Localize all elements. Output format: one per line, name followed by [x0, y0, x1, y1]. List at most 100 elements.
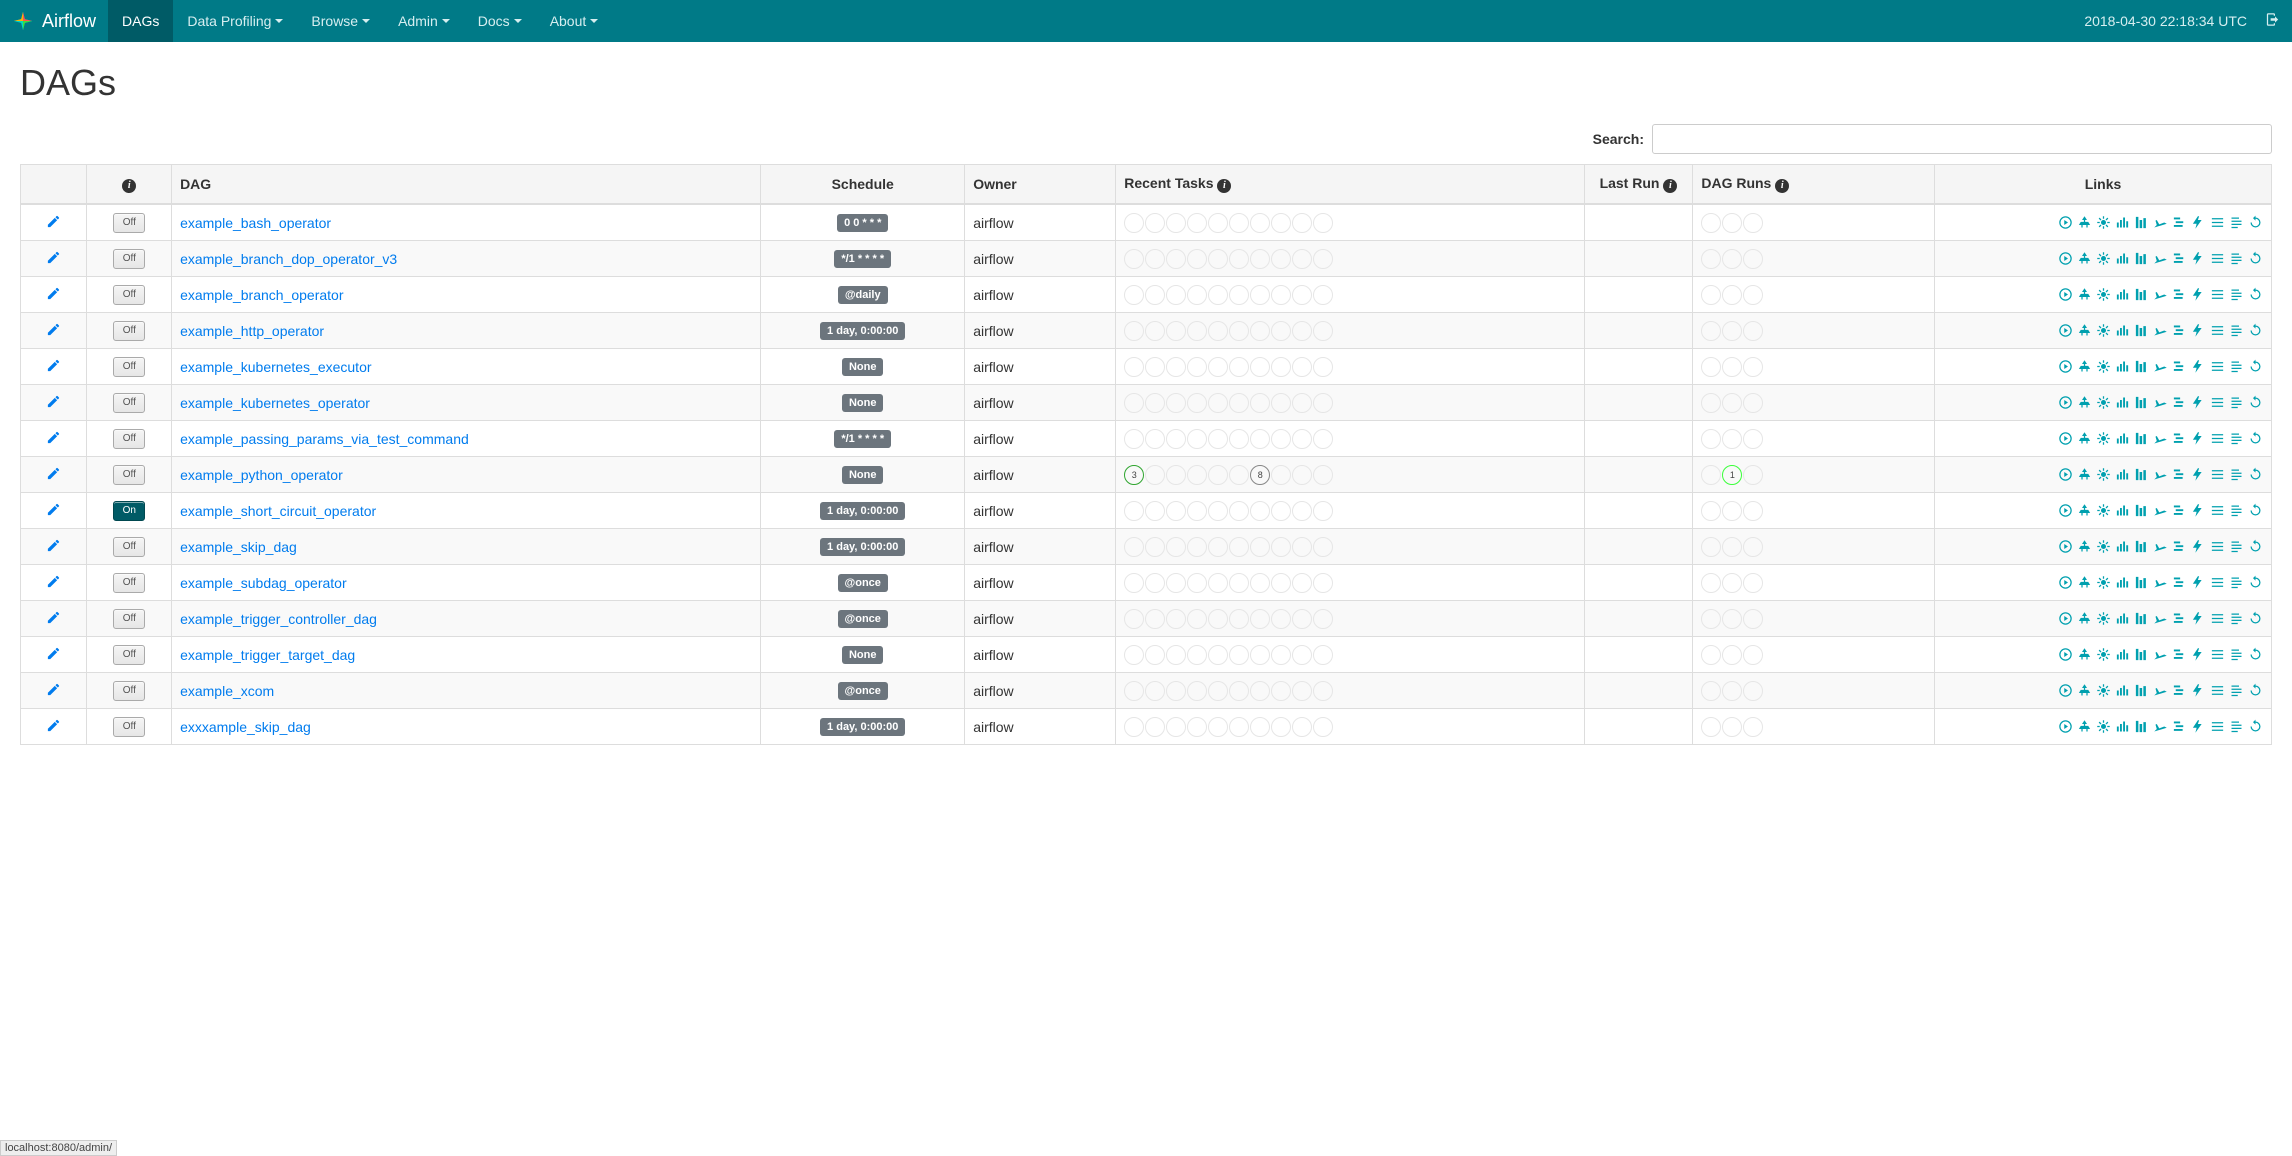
link-tree-icon[interactable]	[2076, 323, 2092, 338]
link-gantt-icon[interactable]	[2171, 215, 2187, 230]
link-refresh-icon[interactable]	[2247, 611, 2263, 626]
status-circle[interactable]: 1	[1722, 465, 1742, 485]
link-tree-icon[interactable]	[2076, 539, 2092, 554]
schedule-badge[interactable]: None	[842, 358, 884, 376]
link-tries-icon[interactable]	[2190, 539, 2206, 554]
link-tasks-icon[interactable]	[2114, 431, 2130, 446]
link-gantt-icon[interactable]	[2171, 467, 2187, 482]
schedule-badge[interactable]: */1 * * * *	[834, 430, 891, 448]
link-tasks-icon[interactable]	[2114, 395, 2130, 410]
schedule-badge[interactable]: 1 day, 0:00:00	[820, 538, 905, 556]
link-trigger-icon[interactable]	[2057, 431, 2073, 446]
link-trigger-icon[interactable]	[2057, 287, 2073, 302]
link-graph-icon[interactable]	[2095, 719, 2111, 734]
link-trigger-icon[interactable]	[2057, 395, 2073, 410]
link-duration-icon[interactable]	[2133, 287, 2149, 302]
link-tries-icon[interactable]	[2190, 323, 2206, 338]
link-landing-icon[interactable]	[2152, 467, 2168, 482]
dag-link[interactable]: example_http_operator	[180, 323, 324, 339]
link-gantt-icon[interactable]	[2171, 575, 2187, 590]
dag-link[interactable]: example_branch_dop_operator_v3	[180, 251, 397, 267]
nav-browse[interactable]: Browse	[297, 0, 384, 42]
link-refresh-icon[interactable]	[2247, 719, 2263, 734]
link-zoom-icon[interactable]	[2209, 575, 2225, 590]
link-logs-icon[interactable]	[2228, 287, 2244, 302]
link-tree-icon[interactable]	[2076, 251, 2092, 266]
link-trigger-icon[interactable]	[2057, 251, 2073, 266]
link-logs-icon[interactable]	[2228, 611, 2244, 626]
link-zoom-icon[interactable]	[2209, 719, 2225, 734]
link-tree-icon[interactable]	[2076, 683, 2092, 698]
link-trigger-icon[interactable]	[2057, 467, 2073, 482]
link-refresh-icon[interactable]	[2247, 503, 2263, 518]
link-tree-icon[interactable]	[2076, 431, 2092, 446]
link-refresh-icon[interactable]	[2247, 323, 2263, 338]
link-landing-icon[interactable]	[2152, 287, 2168, 302]
col-dag[interactable]: DAG	[172, 165, 761, 205]
link-landing-icon[interactable]	[2152, 683, 2168, 698]
nav-data-profiling[interactable]: Data Profiling	[173, 0, 297, 42]
link-tries-icon[interactable]	[2190, 395, 2206, 410]
dag-link[interactable]: example_trigger_target_dag	[180, 647, 355, 663]
schedule-badge[interactable]: 1 day, 0:00:00	[820, 322, 905, 340]
link-refresh-icon[interactable]	[2247, 647, 2263, 662]
link-logs-icon[interactable]	[2228, 467, 2244, 482]
edit-icon[interactable]	[46, 466, 61, 484]
pause-toggle[interactable]: Off	[113, 357, 145, 377]
link-graph-icon[interactable]	[2095, 287, 2111, 302]
link-landing-icon[interactable]	[2152, 215, 2168, 230]
edit-icon[interactable]	[46, 502, 61, 520]
nav-docs[interactable]: Docs	[464, 0, 536, 42]
link-tree-icon[interactable]	[2076, 503, 2092, 518]
link-zoom-icon[interactable]	[2209, 611, 2225, 626]
link-tree-icon[interactable]	[2076, 395, 2092, 410]
logout-icon[interactable]	[2265, 12, 2280, 30]
link-zoom-icon[interactable]	[2209, 431, 2225, 446]
link-trigger-icon[interactable]	[2057, 359, 2073, 374]
link-tries-icon[interactable]	[2190, 575, 2206, 590]
link-gantt-icon[interactable]	[2171, 539, 2187, 554]
link-logs-icon[interactable]	[2228, 683, 2244, 698]
link-gantt-icon[interactable]	[2171, 323, 2187, 338]
link-gantt-icon[interactable]	[2171, 503, 2187, 518]
link-tries-icon[interactable]	[2190, 503, 2206, 518]
link-landing-icon[interactable]	[2152, 431, 2168, 446]
link-graph-icon[interactable]	[2095, 215, 2111, 230]
link-graph-icon[interactable]	[2095, 611, 2111, 626]
schedule-badge[interactable]: None	[842, 394, 884, 412]
pause-toggle[interactable]: Off	[113, 609, 145, 629]
dag-link[interactable]: example_short_circuit_operator	[180, 503, 376, 519]
edit-icon[interactable]	[46, 394, 61, 412]
link-refresh-icon[interactable]	[2247, 683, 2263, 698]
link-tasks-icon[interactable]	[2114, 719, 2130, 734]
pause-toggle[interactable]: Off	[113, 321, 145, 341]
nav-dags[interactable]: DAGs	[108, 0, 173, 42]
pause-toggle[interactable]: Off	[113, 573, 145, 593]
link-landing-icon[interactable]	[2152, 503, 2168, 518]
pause-toggle[interactable]: Off	[113, 393, 145, 413]
link-graph-icon[interactable]	[2095, 431, 2111, 446]
link-logs-icon[interactable]	[2228, 251, 2244, 266]
link-graph-icon[interactable]	[2095, 359, 2111, 374]
link-zoom-icon[interactable]	[2209, 503, 2225, 518]
search-input[interactable]	[1652, 124, 2272, 154]
link-graph-icon[interactable]	[2095, 323, 2111, 338]
link-gantt-icon[interactable]	[2171, 431, 2187, 446]
link-zoom-icon[interactable]	[2209, 467, 2225, 482]
link-refresh-icon[interactable]	[2247, 539, 2263, 554]
dag-link[interactable]: example_kubernetes_operator	[180, 395, 370, 411]
link-gantt-icon[interactable]	[2171, 719, 2187, 734]
link-logs-icon[interactable]	[2228, 359, 2244, 374]
link-duration-icon[interactable]	[2133, 575, 2149, 590]
link-logs-icon[interactable]	[2228, 647, 2244, 662]
link-logs-icon[interactable]	[2228, 503, 2244, 518]
link-graph-icon[interactable]	[2095, 539, 2111, 554]
dag-link[interactable]: example_skip_dag	[180, 539, 297, 555]
link-logs-icon[interactable]	[2228, 539, 2244, 554]
dag-link[interactable]: example_kubernetes_executor	[180, 359, 371, 375]
link-tasks-icon[interactable]	[2114, 251, 2130, 266]
link-tasks-icon[interactable]	[2114, 323, 2130, 338]
schedule-badge[interactable]: None	[842, 466, 884, 484]
link-zoom-icon[interactable]	[2209, 683, 2225, 698]
link-logs-icon[interactable]	[2228, 575, 2244, 590]
